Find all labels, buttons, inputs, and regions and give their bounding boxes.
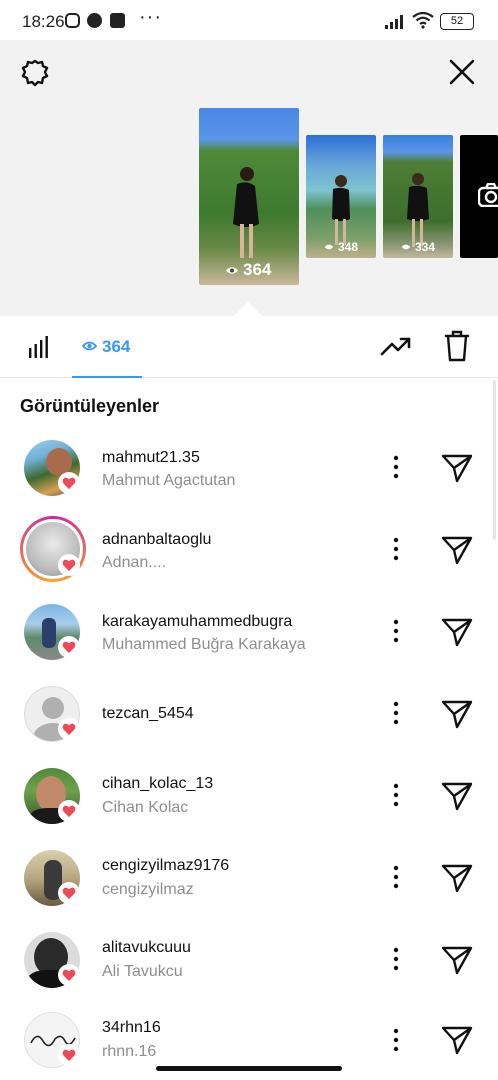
viewers-count: 364 xyxy=(102,337,131,356)
tab-viewers[interactable]: 364 xyxy=(72,316,142,378)
send-icon[interactable] xyxy=(440,862,474,894)
status-time: 18:26 xyxy=(22,12,65,31)
viewer-row[interactable]: karakayamuhammedbugra Muhammed Buğra Kar… xyxy=(0,592,498,674)
close-icon[interactable] xyxy=(448,58,476,86)
more-icon[interactable] xyxy=(388,1026,404,1054)
viewer-fullname: cengizyilmaz xyxy=(102,881,194,898)
viewer-username[interactable]: cihan_kolac_13 xyxy=(102,775,213,793)
insights-tabs: 364 xyxy=(0,316,498,378)
bar-chart-icon[interactable] xyxy=(28,336,52,358)
heart-icon xyxy=(62,1049,76,1061)
viewer-username[interactable]: adnanbaltaoglu xyxy=(102,531,211,549)
viewer-username[interactable]: karakayamuhammedbugra xyxy=(102,613,292,631)
viewer-fullname: Cihan Kolac xyxy=(102,799,189,816)
heart-icon xyxy=(62,477,76,489)
heart-icon xyxy=(62,723,76,735)
viewer-fullname: Muhammed Buğra Karakaya xyxy=(102,636,306,653)
viewer-row[interactable]: cihan_kolac_13 Cihan Kolac xyxy=(0,756,498,838)
story-view-count: 334 xyxy=(401,240,435,254)
more-icon[interactable] xyxy=(388,945,404,973)
heart-icon xyxy=(62,969,76,981)
add-story-thumbnail[interactable] xyxy=(460,135,498,258)
eye-icon xyxy=(82,341,97,351)
viewer-username[interactable]: alitavukcuuu xyxy=(102,939,191,957)
eye-icon xyxy=(401,244,411,250)
like-badge xyxy=(58,472,80,494)
app-notification-icon-2 xyxy=(110,13,125,28)
heart-icon xyxy=(62,641,76,653)
more-icon[interactable] xyxy=(388,453,404,481)
viewer-username[interactable]: mahmut21.35 xyxy=(102,449,200,467)
viewer-fullname: Adnan.... xyxy=(102,554,167,571)
story-view-count: 348 xyxy=(324,240,358,254)
viewer-row[interactable]: alitavukcuuu Ali Tavukcu xyxy=(0,920,498,1002)
selection-pointer xyxy=(234,302,262,316)
like-badge xyxy=(58,554,80,576)
more-icon[interactable] xyxy=(388,535,404,563)
viewer-row[interactable]: mahmut21.35 Mahmut Agactutan xyxy=(0,428,498,510)
battery-indicator: 52 xyxy=(440,13,474,30)
more-notifications-icon: ··· xyxy=(139,6,162,28)
viewer-fullname: rhnn.16 xyxy=(102,1043,157,1060)
wifi-icon xyxy=(412,11,434,29)
send-icon[interactable] xyxy=(440,944,474,976)
story-view-count: 364 xyxy=(225,260,271,280)
instagram-notification-icon xyxy=(65,13,80,28)
send-icon[interactable] xyxy=(440,452,474,484)
settings-icon[interactable] xyxy=(20,58,50,88)
send-icon[interactable] xyxy=(440,616,474,648)
send-icon[interactable] xyxy=(440,534,474,566)
trash-icon[interactable] xyxy=(444,330,470,362)
viewer-fullname: Mahmut Agactutan xyxy=(102,472,236,489)
viewer-username[interactable]: 34rhn16 xyxy=(102,1019,161,1037)
person-silhouette xyxy=(332,175,350,245)
status-bar: 18:26 ··· 52 xyxy=(0,0,498,40)
send-icon[interactable] xyxy=(440,1024,474,1056)
more-icon[interactable] xyxy=(388,699,404,727)
like-badge xyxy=(58,800,80,822)
like-badge xyxy=(58,964,80,986)
story-view-count-label: 348 xyxy=(338,240,359,254)
signal-icon xyxy=(385,15,403,29)
send-icon[interactable] xyxy=(440,698,474,730)
more-icon[interactable] xyxy=(388,781,404,809)
viewer-username[interactable]: tezcan_5454 xyxy=(102,705,194,723)
story-thumbnail[interactable]: 348 xyxy=(306,135,376,258)
viewer-row[interactable]: adnanbaltaoglu Adnan.... xyxy=(0,510,498,592)
story-view-count-label: 334 xyxy=(415,240,436,254)
trending-icon[interactable] xyxy=(380,334,412,360)
heart-icon xyxy=(62,887,76,899)
person-silhouette xyxy=(407,173,429,247)
camera-icon xyxy=(478,183,498,207)
eye-icon xyxy=(226,266,238,274)
like-badge xyxy=(58,636,80,658)
more-icon[interactable] xyxy=(388,863,404,891)
story-view-count-label: 364 xyxy=(243,260,272,279)
app-notification-icon xyxy=(87,13,102,28)
heart-icon xyxy=(62,805,76,817)
like-badge xyxy=(58,882,80,904)
eye-icon xyxy=(324,244,334,250)
like-badge xyxy=(58,1044,80,1066)
viewer-fullname: Ali Tavukcu xyxy=(102,963,183,980)
viewer-username[interactable]: cengizyilmaz9176 xyxy=(102,857,229,875)
person-silhouette xyxy=(233,167,259,258)
viewer-row[interactable]: tezcan_5454 xyxy=(0,674,498,756)
send-icon[interactable] xyxy=(440,780,474,812)
story-thumbnail[interactable]: 334 xyxy=(383,135,453,258)
viewers-section-title: Görüntüleyenler xyxy=(20,396,160,416)
heart-icon xyxy=(62,559,76,571)
like-badge xyxy=(58,718,80,740)
more-icon[interactable] xyxy=(388,617,404,645)
viewer-row[interactable]: 34rhn16 rhnn.16 xyxy=(0,1000,498,1068)
home-indicator[interactable] xyxy=(156,1066,342,1071)
story-thumbnail-selected[interactable]: 364 xyxy=(199,108,299,285)
viewer-row[interactable]: cengizyilmaz9176 cengizyilmaz xyxy=(0,838,498,920)
